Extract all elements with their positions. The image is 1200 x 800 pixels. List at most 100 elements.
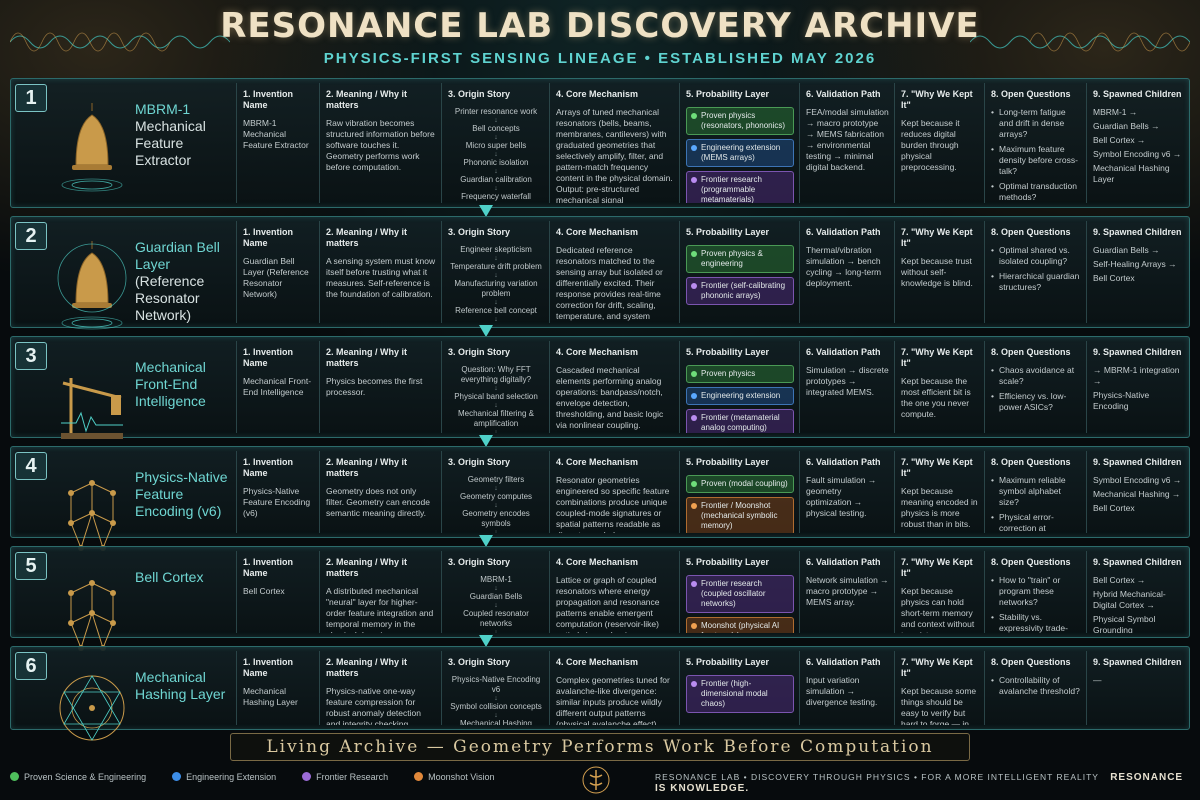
mechanism-text: Lattice or graph of coupled resonators w…	[556, 575, 660, 633]
validation-path-cell: 6. Validation Path Simulation → discrete…	[799, 341, 894, 433]
probability-badge: Proven (modal coupling)	[686, 475, 794, 493]
open-questions-list: Controllability of avalanche threshold?	[991, 675, 1081, 697]
spawned-children-cell: 9. Spawned Children —	[1086, 651, 1191, 725]
column-header: 9. Spawned Children	[1093, 89, 1182, 99]
origin-step: Geometry filters	[467, 475, 525, 484]
origin-step: Guardian Bells	[469, 592, 523, 601]
invention-name: Bell Cortex	[243, 586, 285, 596]
column-header: 5. Probability Layer	[686, 89, 770, 99]
kept-text: Kept because some things should be easy …	[901, 686, 977, 725]
meaning-text: Physics-native one-way feature compressi…	[326, 686, 421, 725]
column-header: 7. "Why We Kept It"	[901, 89, 973, 110]
why-kept-cell: 7. "Why We Kept It" Kept because meaning…	[894, 451, 984, 533]
spawned-child: Physical Symbol Grounding	[1093, 614, 1156, 633]
spawned-child: Guardian Bells →	[1093, 121, 1160, 131]
origin-step: MBRM-1	[480, 575, 512, 584]
open-questions-cell: 8. Open Questions Chaos avoidance at sca…	[984, 341, 1086, 433]
probability-badge: Frontier / Moonshot (mechanical symbolic…	[686, 497, 794, 533]
spawned-child: Self-Healing Arrays →	[1093, 259, 1177, 269]
column-header: 9. Spawned Children	[1093, 347, 1182, 357]
row-number: 3	[15, 342, 47, 370]
column-header: 1. Invention Name	[243, 227, 294, 248]
origin-step: Mechanical filtering & amplification	[457, 409, 535, 428]
probability-badge: Frontier (metamaterial analog computing)	[686, 409, 794, 433]
row-name: Physics-Native Feature Encoding (v6)	[135, 469, 228, 519]
spawned-child: Symbol Encoding v6 →	[1093, 475, 1182, 485]
spawned-children-cell: 9. Spawned Children → MBRM-1 integration…	[1086, 341, 1191, 433]
header: RESONANCE LAB DISCOVERY ARCHIVE PHYSICS-…	[0, 0, 1200, 76]
row-name: Mechanical Front-End Intelligence	[135, 359, 206, 409]
open-questions-list: Maximum reliable symbol alphabet size? Ph…	[991, 475, 1081, 533]
row-connector-arrow-icon	[479, 324, 493, 337]
origin-step: Coupled resonator networks	[463, 609, 529, 628]
origin-story-cell: 3. Origin Story Printer resonance work ↓ B…	[441, 83, 549, 203]
column-header: 5. Probability Layer	[686, 557, 770, 567]
origin-step: Bell concepts	[472, 124, 520, 133]
meaning-text: A distributed mechanical "neural" layer …	[326, 586, 434, 633]
validation-path-cell: 6. Validation Path Network simulation → …	[799, 551, 894, 633]
down-arrow-icon: ↓	[494, 255, 498, 262]
down-arrow-icon: ↓	[494, 529, 498, 533]
open-questions-list: Chaos avoidance at scale? Efficiency vs. …	[991, 365, 1081, 413]
open-questions-list: Long-term fatigue and drift in dense arr…	[991, 107, 1081, 203]
invention-name-cell: 1. Invention Name Bell Cortex	[236, 551, 319, 633]
row-connector-arrow-icon	[479, 534, 493, 547]
open-questions-cell: 8. Open Questions Optimal shared vs. iso…	[984, 221, 1086, 323]
row-subtitle: Mechanical Feature Extractor	[135, 118, 206, 168]
column-header: 4. Core Mechanism	[556, 657, 639, 667]
origin-step: Physical band selection	[454, 392, 538, 401]
probability-badge: Engineering extension (MEMS arrays)	[686, 139, 794, 167]
why-kept-cell: 7. "Why We Kept It" Kept because trust w…	[894, 221, 984, 323]
legend: Proven Science & Engineering Engineering …	[10, 772, 521, 790]
mechanism-text: Arrays of tuned mechanical resonators (b…	[556, 107, 673, 203]
invention-name-cell: 1. Invention Name Physics-Native Feature…	[236, 451, 319, 533]
origin-story-cell: 3. Origin Story Question: Why FFT everyt…	[441, 341, 549, 433]
origin-step: Geometry computes	[459, 492, 533, 501]
column-header: 3. Origin Story	[448, 657, 511, 667]
column-header: 9. Spawned Children	[1093, 657, 1182, 667]
meaning-text: Physics becomes the first processor.	[326, 376, 423, 397]
spawned-child: Mechanical Hashing →	[1093, 489, 1181, 499]
row-connector-arrow-icon	[479, 434, 493, 447]
validation-text: Thermal/vibration simulation → bench cyc…	[806, 245, 882, 288]
down-arrow-icon: ↓	[494, 502, 498, 509]
column-header: 6. Validation Path	[806, 557, 881, 567]
row-connector-arrow-icon	[479, 204, 493, 217]
probability-layer-cell: 5. Probability Layer Proven physics & en…	[679, 221, 799, 323]
row-title: MBRM-1 Mechanical Feature Extractor	[135, 101, 237, 169]
origin-step: Manufacturing variation problem	[454, 279, 538, 298]
mechanism-text: Complex geometries tuned for avalanche-l…	[556, 675, 670, 725]
open-question: Controllability of avalanche threshold?	[991, 675, 1081, 697]
open-questions-cell: 8. Open Questions Controllability of ava…	[984, 651, 1086, 725]
column-header: 9. Spawned Children	[1093, 227, 1182, 237]
spawned-child: Mechanical Hashing Layer	[1093, 163, 1170, 184]
spawned-child: → MBRM-1 integration →	[1093, 365, 1180, 386]
legend-dot-icon	[172, 772, 182, 781]
meaning-text: A sensing system must know itself before…	[326, 256, 436, 299]
kept-text: Kept because the most efficient bit is t…	[901, 376, 971, 419]
legend-label: Proven Science & Engineering	[24, 772, 147, 782]
down-arrow-icon: ↓	[494, 695, 498, 702]
legend-item: Moonshot Vision	[414, 772, 495, 782]
column-header: 6. Validation Path	[806, 457, 881, 467]
row-subtitle: (Reference Resonator Network)	[135, 273, 205, 323]
column-header: 3. Origin Story	[448, 557, 511, 567]
spawned-child: Hybrid Mechanical-Digital Cortex →	[1093, 589, 1166, 610]
open-question: How to "train" or program these networks…	[991, 575, 1081, 608]
row-title: Mechanical Hashing Layer	[135, 669, 237, 703]
validation-text: Network simulation → macro prototype → M…	[806, 575, 889, 607]
spawned-child: Bell Cortex	[1093, 503, 1135, 513]
column-header: 7. "Why We Kept It"	[901, 657, 973, 678]
spawned-child: Symbol Encoding v6 →	[1093, 149, 1182, 159]
legend-item: Proven Science & Engineering	[10, 772, 146, 782]
kept-text: Kept because meaning encoded in physics …	[901, 486, 978, 529]
core-mechanism-cell: 4. Core Mechanism Lattice or graph of co…	[549, 551, 679, 633]
validation-text: Input variation simulation → divergence …	[806, 675, 878, 707]
meaning-cell: 2. Meaning / Why it matters Geometry doe…	[319, 451, 441, 533]
column-header: 6. Validation Path	[806, 227, 881, 237]
open-question: Long-term fatigue and drift in dense arr…	[991, 107, 1081, 140]
probability-badge: Frontier research (programmable metamate…	[686, 171, 794, 203]
probability-badge: Engineering extension	[686, 387, 794, 405]
column-header: 4. Core Mechanism	[556, 227, 639, 237]
column-header: 9. Spawned Children	[1093, 557, 1182, 567]
